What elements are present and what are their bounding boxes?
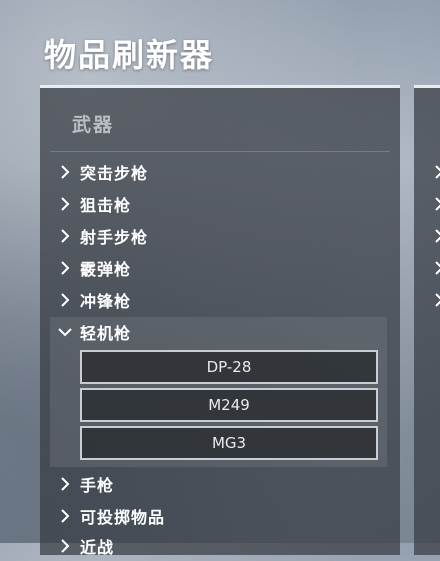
category-shotgun[interactable]: 霰弹枪 [50, 253, 390, 283]
category-pistol[interactable]: 手枪 [50, 469, 390, 499]
section-divider [50, 151, 390, 152]
category-label: 冲锋枪 [80, 292, 132, 311]
chevron-right-icon [434, 260, 440, 276]
chevron-down-icon [50, 317, 80, 347]
chevron-right-icon [50, 253, 80, 283]
category-label: 射手步枪 [80, 228, 149, 247]
category-throwables[interactable]: 可投掷物品 [50, 501, 390, 531]
category-label: 可投掷物品 [80, 508, 166, 527]
category-melee[interactable]: 近战 [50, 531, 390, 561]
category-label: 突击步枪 [80, 164, 149, 183]
chevron-right-icon [50, 221, 80, 251]
category-assault-rifle[interactable]: 突击步枪 [50, 157, 390, 187]
item-button-mg3[interactable]: MG3 [80, 426, 378, 460]
item-button-dp28[interactable]: DP-28 [80, 350, 378, 384]
item-button-m249[interactable]: M249 [80, 388, 378, 422]
category-marksman-rifle[interactable]: 射手步枪 [50, 221, 390, 251]
chevron-right-icon [434, 292, 440, 308]
category-label: 霰弹枪 [80, 260, 132, 279]
category-label: 狙击枪 [80, 196, 132, 215]
expanded-category-lmg: 轻机枪 DP-28 M249 MG3 [50, 317, 387, 467]
category-smg[interactable]: 冲锋枪 [50, 285, 390, 315]
category-lmg[interactable]: 轻机枪 [50, 317, 390, 347]
chevron-right-icon [50, 501, 80, 531]
chevron-right-icon [434, 228, 440, 244]
section-header: 武器 [72, 114, 115, 136]
chevron-right-icon [50, 531, 80, 561]
weapons-panel: 武器 突击步枪 狙击枪 射手步枪 霰弹枪 冲锋枪 轻机枪 DP-28 M249 … [40, 85, 400, 557]
category-label: 手枪 [80, 476, 115, 495]
category-label: 近战 [80, 538, 115, 557]
chevron-right-icon [50, 469, 80, 499]
chevron-right-icon [434, 164, 440, 180]
chevron-right-icon [50, 157, 80, 187]
category-label: 轻机枪 [80, 324, 132, 343]
category-sniper-rifle[interactable]: 狙击枪 [50, 189, 390, 219]
page-title: 物品刷新器 [44, 36, 215, 74]
chevron-right-icon [434, 196, 440, 212]
next-panel-partial [414, 85, 440, 555]
chevron-right-icon [50, 189, 80, 219]
chevron-right-icon [50, 285, 80, 315]
